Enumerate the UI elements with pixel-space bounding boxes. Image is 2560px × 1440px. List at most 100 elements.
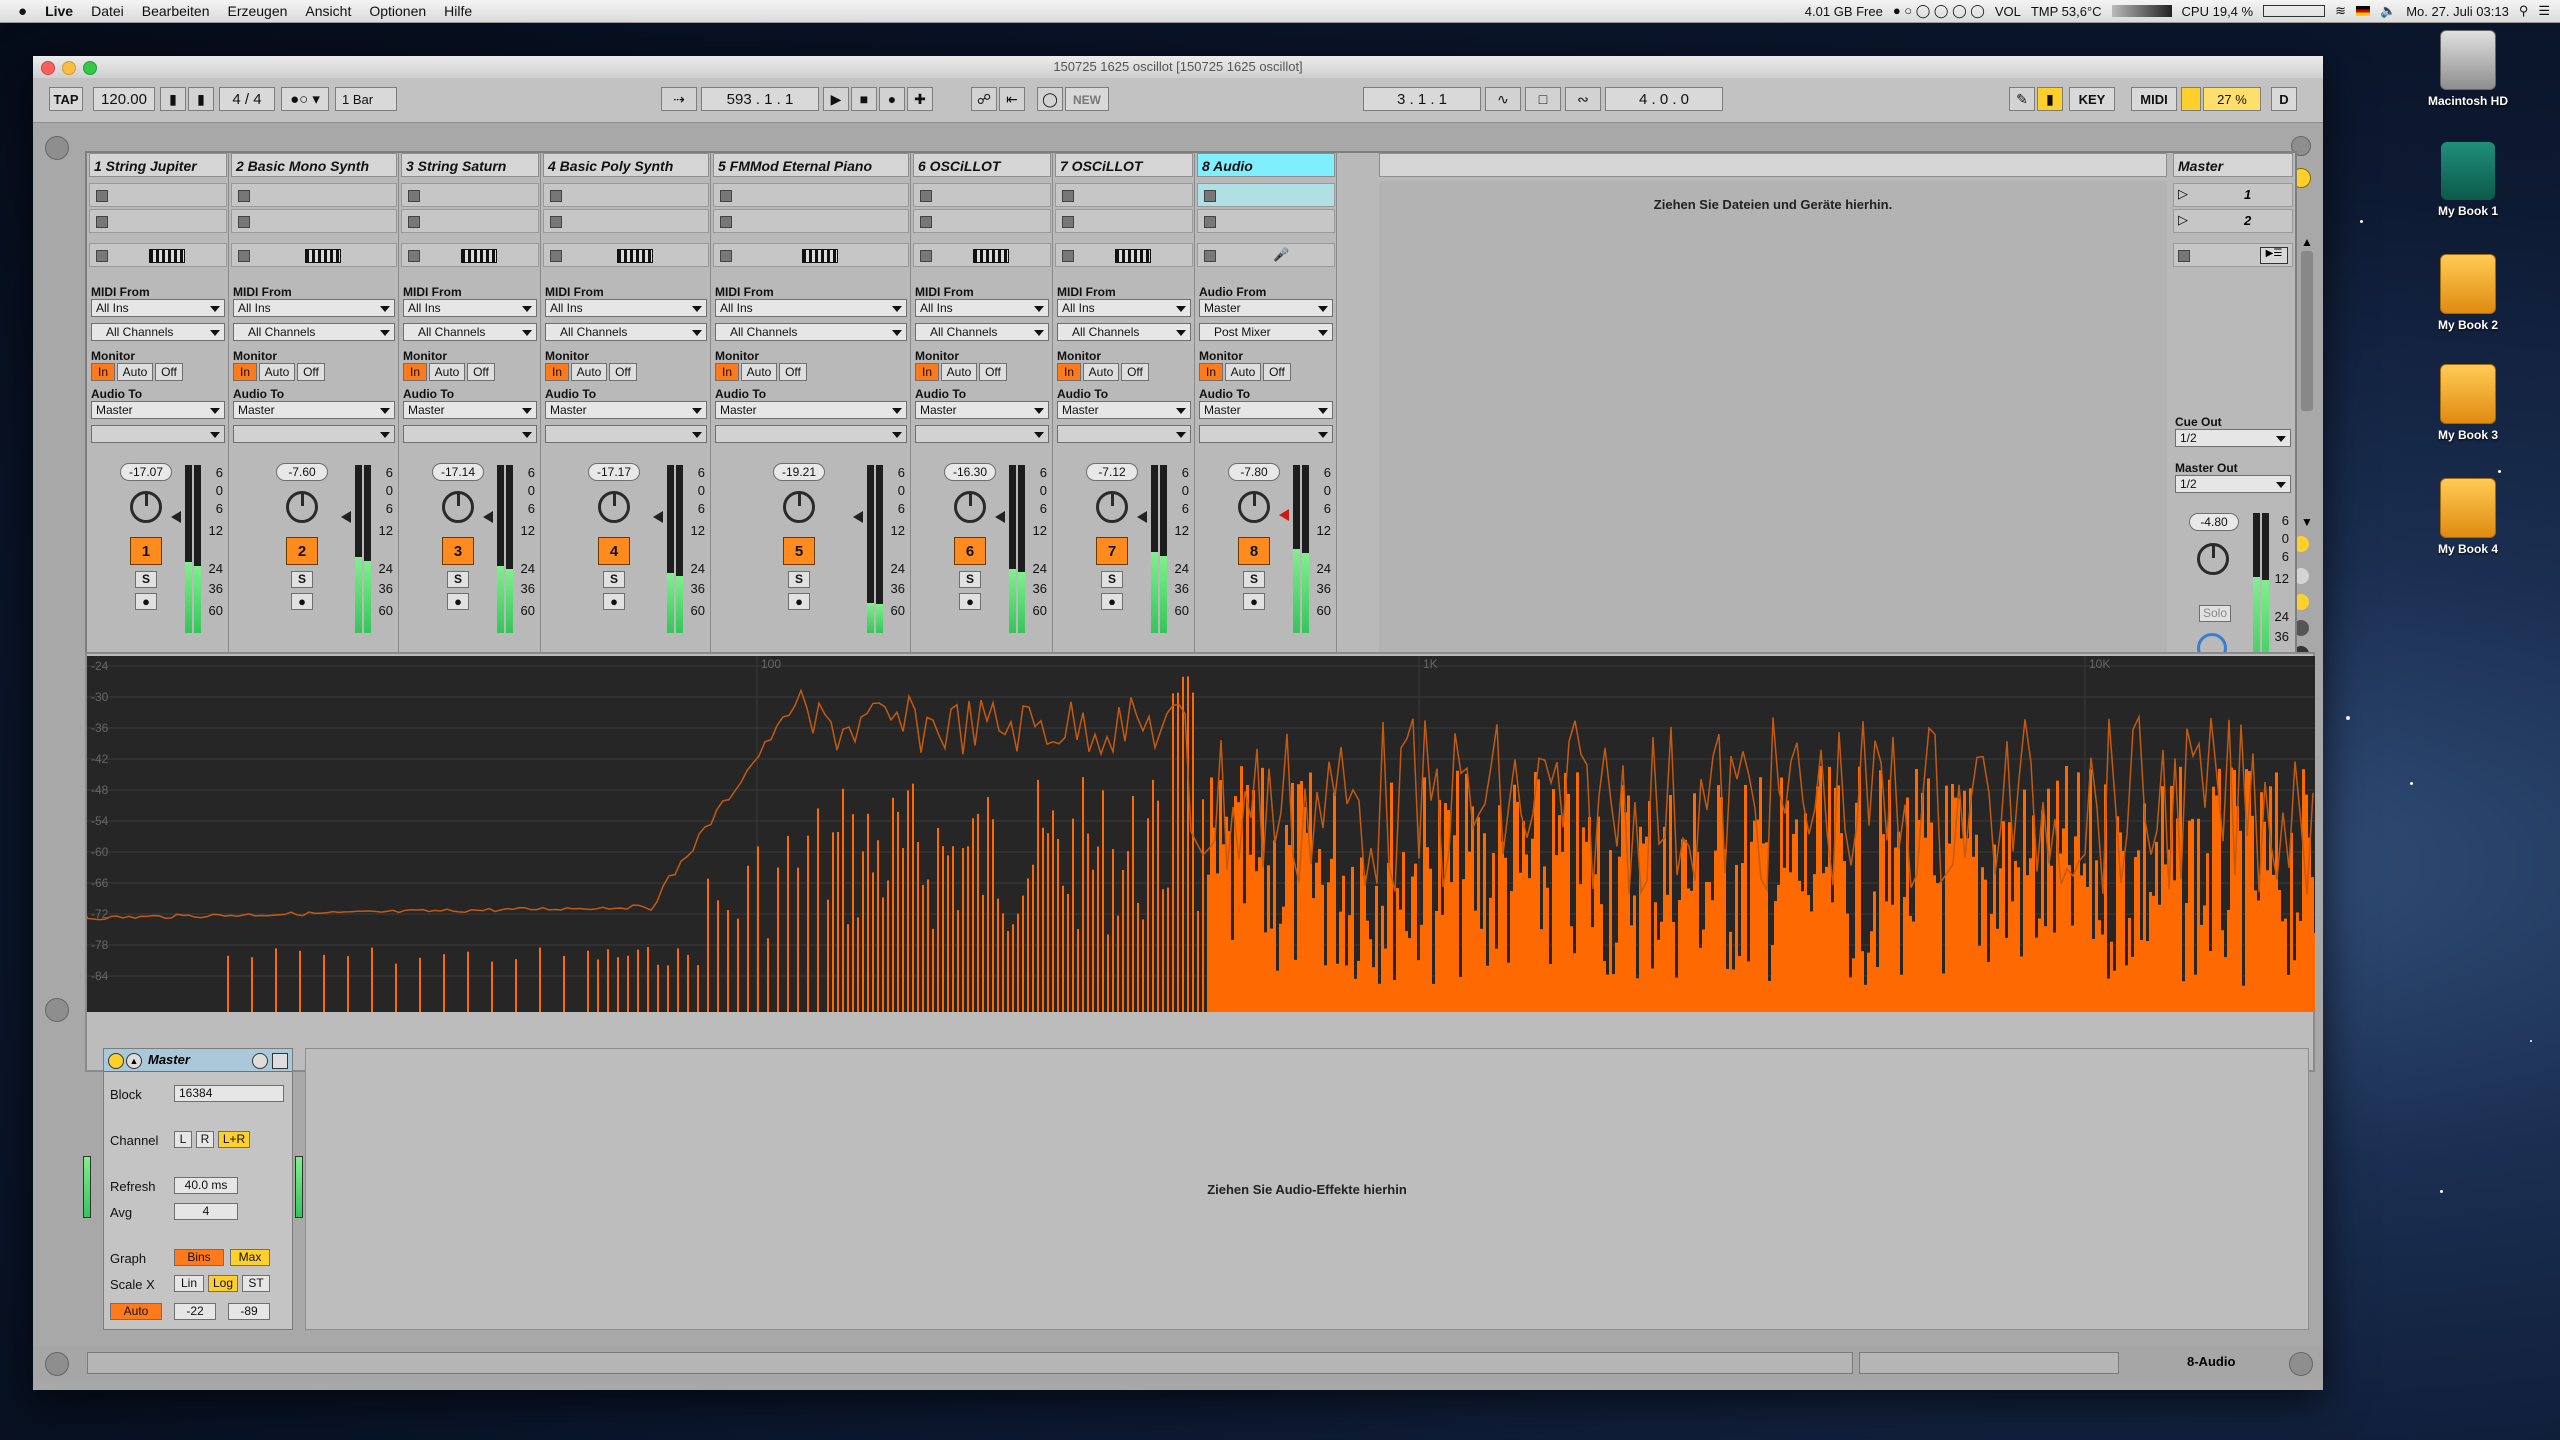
desktop-icon-my-book-3[interactable]: My Book 3 bbox=[2408, 364, 2528, 442]
output-select[interactable]: Master bbox=[91, 401, 225, 419]
track-pan-knob[interactable] bbox=[783, 491, 815, 523]
record-arm-icon[interactable]: ● bbox=[788, 593, 810, 610]
stop-clip-icon[interactable] bbox=[96, 250, 108, 262]
session-drop-zone[interactable] bbox=[1379, 181, 2167, 685]
scalex-lin-button[interactable]: Lin bbox=[174, 1275, 204, 1292]
metronome-icon[interactable]: ●○ ▾ bbox=[281, 87, 329, 111]
nudge-down-icon[interactable]: ▮ bbox=[160, 87, 186, 111]
input-channel-select[interactable]: All Channels bbox=[915, 323, 1049, 341]
output-channel-select[interactable] bbox=[1057, 425, 1191, 443]
track-activator-button[interactable]: 8 bbox=[1238, 537, 1270, 565]
apple-menu-icon[interactable]: ● bbox=[18, 3, 27, 20]
speaker-icon[interactable]: 🔈 bbox=[2380, 3, 2396, 19]
refresh-field[interactable]: 40.0 ms bbox=[174, 1177, 238, 1194]
clip-stop-icon[interactable] bbox=[920, 216, 932, 228]
scene-1-slot[interactable]: ▷ 1 bbox=[2173, 183, 2293, 207]
menu-bearbeiten[interactable]: Bearbeiten bbox=[142, 3, 210, 19]
monitor-auto-button[interactable]: Auto bbox=[941, 363, 977, 381]
range-low-field[interactable]: -89 bbox=[228, 1303, 270, 1320]
channel-lr-button[interactable]: L+R bbox=[218, 1131, 250, 1148]
track-stop-slot[interactable] bbox=[543, 243, 709, 267]
show-hide-info-icon[interactable] bbox=[45, 1352, 69, 1376]
arrangement-position-field[interactable]: 593 . 1 . 1 bbox=[701, 87, 819, 111]
monitor-off-button[interactable]: Off bbox=[1121, 363, 1149, 381]
device-collapse-icon[interactable]: ▲ bbox=[126, 1053, 142, 1069]
track-pan-knob[interactable] bbox=[1096, 491, 1128, 523]
monitor-in-button[interactable]: In bbox=[233, 363, 257, 381]
clip-slot[interactable] bbox=[913, 209, 1051, 233]
track-volume-field[interactable]: -7.80 bbox=[1228, 463, 1280, 481]
menu-live[interactable]: Live bbox=[45, 3, 73, 19]
track-volume-field[interactable]: -7.60 bbox=[276, 463, 328, 481]
loop-length-field[interactable]: 4 . 0 . 0 bbox=[1605, 87, 1723, 111]
monitor-off-button[interactable]: Off bbox=[1263, 363, 1291, 381]
track-title[interactable]: 4 Basic Poly Synth bbox=[543, 153, 709, 177]
session-record-icon[interactable]: ◯ bbox=[1037, 87, 1063, 111]
clip-stop-icon[interactable] bbox=[720, 216, 732, 228]
input-source-select[interactable]: All Ins bbox=[91, 299, 225, 317]
volume-fader-arrow-icon[interactable] bbox=[341, 511, 351, 523]
monitor-in-button[interactable]: In bbox=[545, 363, 569, 381]
monitor-auto-button[interactable]: Auto bbox=[741, 363, 777, 381]
stop-clip-icon[interactable] bbox=[408, 250, 420, 262]
wifi-icon[interactable]: ≋ bbox=[2335, 3, 2346, 19]
monitor-off-button[interactable]: Off bbox=[297, 363, 325, 381]
show-hide-detail-icon[interactable] bbox=[45, 998, 69, 1022]
record-arm-icon[interactable]: ● bbox=[135, 593, 157, 610]
input-source-select[interactable]: All Ins bbox=[1057, 299, 1191, 317]
monitor-in-button[interactable]: In bbox=[715, 363, 739, 381]
monitor-auto-button[interactable]: Auto bbox=[1225, 363, 1261, 381]
close-button[interactable] bbox=[41, 61, 55, 75]
monitor-auto-button[interactable]: Auto bbox=[429, 363, 465, 381]
input-channel-select[interactable]: All Channels bbox=[403, 323, 537, 341]
output-select[interactable]: Master bbox=[1199, 401, 1333, 419]
clip-slot[interactable] bbox=[89, 183, 227, 207]
record-arm-icon[interactable]: ● bbox=[291, 593, 313, 610]
key-map-button[interactable]: KEY bbox=[2069, 87, 2115, 111]
track-title[interactable]: 6 OSCiLLOT bbox=[913, 153, 1051, 177]
stop-clip-icon[interactable] bbox=[920, 250, 932, 262]
range-high-field[interactable]: -22 bbox=[174, 1303, 216, 1320]
volume-fader-arrow-icon[interactable] bbox=[853, 511, 863, 523]
record-arm-icon[interactable]: ● bbox=[1243, 593, 1265, 610]
track-volume-field[interactable]: -17.07 bbox=[120, 463, 172, 481]
clip-slot[interactable] bbox=[231, 209, 397, 233]
output-channel-select[interactable] bbox=[545, 425, 707, 443]
track-stop-slot[interactable] bbox=[1055, 243, 1193, 267]
input-source-select[interactable]: All Ins bbox=[715, 299, 907, 317]
session-vertical-scrollbar[interactable] bbox=[2301, 251, 2313, 411]
track-volume-field[interactable]: -16.30 bbox=[944, 463, 996, 481]
monitor-auto-button[interactable]: Auto bbox=[571, 363, 607, 381]
minimize-button[interactable] bbox=[62, 61, 76, 75]
track-solo-button[interactable]: S bbox=[135, 571, 157, 588]
track-solo-button[interactable]: S bbox=[959, 571, 981, 588]
clip-view-icon[interactable]: ▶☰ bbox=[2260, 247, 2288, 264]
output-select[interactable]: Master bbox=[1057, 401, 1191, 419]
master-solo-button[interactable]: Solo bbox=[2199, 605, 2231, 622]
auto-range-button[interactable]: Auto bbox=[110, 1303, 162, 1320]
overdub-icon[interactable]: ✚ bbox=[907, 87, 933, 111]
stop-clip-icon[interactable] bbox=[1204, 250, 1216, 262]
track-stop-slot[interactable] bbox=[89, 243, 227, 267]
volume-fader-arrow-icon[interactable] bbox=[171, 511, 181, 523]
back-to-arrangement-icon[interactable]: ⇤ bbox=[999, 87, 1025, 111]
track-pan-knob[interactable] bbox=[286, 491, 318, 523]
clip-stop-icon[interactable] bbox=[96, 216, 108, 228]
device-activator-icon[interactable] bbox=[108, 1053, 124, 1069]
clip-stop-icon[interactable] bbox=[1204, 216, 1216, 228]
monitor-off-button[interactable]: Off bbox=[609, 363, 637, 381]
follow-icon[interactable]: ⇢ bbox=[661, 87, 697, 111]
cue-out-select[interactable]: 1/2 bbox=[2175, 429, 2291, 447]
scene-2-slot[interactable]: ▷ 2 bbox=[2173, 209, 2293, 233]
clip-slot[interactable] bbox=[401, 209, 539, 233]
clip-stop-icon[interactable] bbox=[408, 216, 420, 228]
monitor-in-button[interactable]: In bbox=[91, 363, 115, 381]
track-activator-button[interactable]: 1 bbox=[130, 537, 162, 565]
output-select[interactable]: Master bbox=[715, 401, 907, 419]
track-activator-button[interactable]: 3 bbox=[442, 537, 474, 565]
play-icon[interactable]: ▶ bbox=[823, 87, 849, 111]
volume-fader-arrow-icon[interactable] bbox=[483, 511, 493, 523]
new-button[interactable]: NEW bbox=[1065, 87, 1109, 111]
input-source-select[interactable]: All Ins bbox=[545, 299, 707, 317]
clip-slot[interactable] bbox=[913, 183, 1051, 207]
